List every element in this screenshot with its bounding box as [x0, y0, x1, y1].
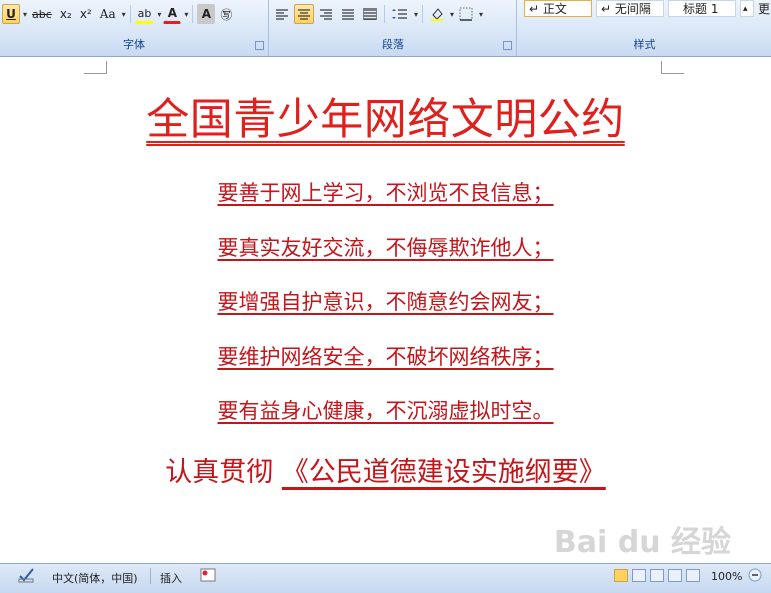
styles-group: ↵ 正文 ↵ 无间隔 标题 1 ▴ 更 样式 — [518, 0, 771, 56]
separator — [192, 5, 194, 23]
full-screen-reading-view-icon[interactable] — [632, 569, 646, 582]
document-title-text: 全国青少年网络文明公约 — [146, 95, 625, 145]
borders-icon[interactable] — [456, 4, 476, 24]
justify-icon[interactable] — [338, 4, 358, 24]
web-layout-view-icon[interactable] — [650, 569, 664, 582]
borders-dropdown-icon[interactable]: ▾ — [479, 10, 483, 19]
highlight-button[interactable]: ab — [134, 4, 155, 24]
align-right-icon[interactable] — [316, 4, 336, 24]
paragraph-toolbar: ▾ ▾ ▾ — [272, 3, 514, 25]
font-toolbar: U ▾ abc x₂ x² Aa ▾ ab ▾ A ▾ A ㊢ — [2, 3, 266, 25]
closing-line: 认真贯彻 《公民道德建设实施纲要》 — [0, 450, 771, 489]
change-case-button[interactable]: Aa — [97, 4, 119, 24]
pledge-line: 要善于网上学习，不浏览不良信息； — [0, 177, 771, 207]
separator — [384, 5, 385, 23]
style-heading-1[interactable]: 标题 1 — [668, 0, 736, 17]
font-dialog-launcher-icon[interactable]: . — [255, 41, 264, 50]
macro-record-icon[interactable] — [200, 568, 216, 585]
style-normal[interactable]: ↵ 正文 — [524, 0, 592, 17]
character-shading-button[interactable]: A — [197, 4, 216, 24]
styles-scroll-icon[interactable]: ▴ — [740, 0, 754, 17]
closing-underlined: 《公民道德建设实施纲要》 — [281, 457, 606, 488]
style-no-spacing[interactable]: ↵ 无间隔 — [596, 0, 664, 17]
status-bar: 中文(简体，中国) 插入 100% — [0, 563, 771, 593]
document-title: 全国青少年网络文明公约 — [0, 85, 771, 147]
language-indicator[interactable]: 中文(简体，中国) — [52, 570, 138, 586]
baidu-watermark: Bai du 经验 — [553, 525, 731, 560]
font-color-button[interactable]: A — [163, 4, 182, 24]
document-page[interactable]: 全国青少年网络文明公约 要善于网上学习，不浏览不良信息； 要真实友好交流，不侮辱… — [0, 57, 771, 563]
spelling-check-icon[interactable] — [18, 567, 36, 586]
font-group: U ▾ abc x₂ x² Aa ▾ ab ▾ A ▾ A ㊢ 字体 . — [0, 0, 269, 56]
shading-icon[interactable] — [427, 4, 447, 24]
font-color-dropdown-icon[interactable]: ▾ — [184, 10, 188, 19]
zoom-out-icon[interactable] — [748, 568, 762, 585]
change-case-dropdown-icon[interactable]: ▾ — [122, 10, 126, 19]
pledge-line-text: 要有益身心健康，不沉溺虚拟时空。 — [217, 399, 554, 423]
paragraph-group-label: 段落 — [382, 38, 404, 51]
paragraph-group: ▾ ▾ ▾ 段落 . — [270, 0, 517, 56]
pledge-line: 要增强自护意识，不随意约会网友； — [0, 286, 771, 316]
insert-mode-indicator[interactable]: 插入 — [160, 570, 182, 586]
pledge-line-text: 要维护网络安全，不破坏网络秩序； — [217, 345, 554, 369]
shading-dropdown-icon[interactable]: ▾ — [450, 10, 454, 19]
line-spacing-dropdown-icon[interactable]: ▾ — [414, 10, 418, 19]
distributed-icon[interactable] — [360, 4, 380, 24]
pledge-line-text: 要增强自护意识，不随意约会网友； — [217, 290, 554, 314]
font-group-label: 字体 — [123, 38, 145, 51]
closing-prefix: 认真贯彻 — [165, 457, 274, 488]
margin-corner-right — [661, 61, 684, 74]
separator — [422, 5, 424, 23]
styles-group-label: 样式 — [633, 38, 656, 51]
enclose-characters-button[interactable]: ㊢ — [217, 4, 235, 24]
pledge-line: 要有益身心健康，不沉溺虚拟时空。 — [0, 395, 771, 425]
outline-view-icon[interactable] — [668, 569, 682, 582]
paragraph-dialog-launcher-icon[interactable]: . — [503, 41, 512, 50]
ribbon: U ▾ abc x₂ x² Aa ▾ ab ▾ A ▾ A ㊢ 字体 . — [0, 0, 771, 57]
draft-view-icon[interactable] — [686, 569, 700, 582]
highlight-dropdown-icon[interactable]: ▾ — [157, 10, 161, 19]
separator — [129, 5, 131, 23]
line-spacing-icon[interactable] — [389, 4, 411, 24]
margin-corner-left — [84, 61, 107, 74]
align-left-icon[interactable] — [272, 4, 292, 24]
print-layout-view-icon[interactable] — [614, 569, 628, 582]
pledge-line: 要维护网络安全，不破坏网络秩序； — [0, 341, 771, 371]
pledge-line-text: 要真实友好交流，不侮辱欺诈他人； — [217, 236, 554, 260]
align-center-icon[interactable] — [294, 4, 314, 24]
separator — [150, 568, 151, 584]
zoom-level[interactable]: 100% — [711, 570, 742, 583]
strikethrough-button[interactable]: abc — [29, 4, 55, 24]
change-styles-button[interactable]: 更 — [758, 0, 770, 17]
underline-button[interactable]: U — [2, 4, 20, 24]
subscript-button[interactable]: x₂ — [57, 4, 75, 24]
pledge-line-text: 要善于网上学习，不浏览不良信息； — [217, 181, 554, 205]
pledge-line: 要真实友好交流，不侮辱欺诈他人； — [0, 232, 771, 262]
underline-dropdown-icon[interactable]: ▾ — [23, 10, 27, 19]
superscript-button[interactable]: x² — [77, 4, 95, 24]
